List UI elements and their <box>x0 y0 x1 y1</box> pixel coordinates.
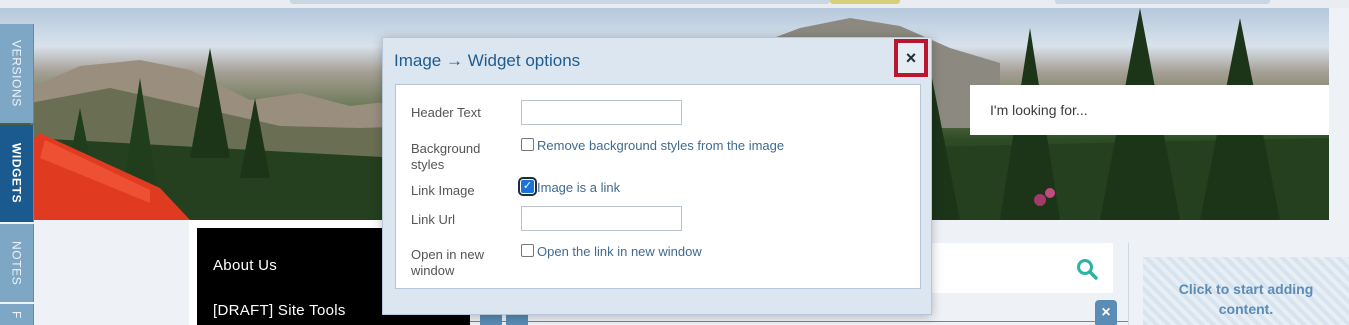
header-text-label: Header Text <box>411 105 481 120</box>
remove-background-checkbox-label[interactable]: Remove background styles from the image <box>537 138 784 153</box>
link-url-label: Link Url <box>411 212 456 227</box>
nav-item-about-us[interactable]: About Us <box>213 257 277 274</box>
drop-zone-text-line1: Click to start adding <box>1178 281 1314 297</box>
open-new-window-label-line2: window <box>411 263 455 278</box>
image-is-link-checkbox-label[interactable]: Image is a link <box>537 180 620 195</box>
widget-options-dialog: Image → Widget options × Header Text Bac… <box>382 37 932 315</box>
open-new-window-label: Open in new window <box>411 247 484 279</box>
dialog-form: Header Text Background styles Remove bac… <box>395 84 921 289</box>
toolbar-segment-highlight[interactable] <box>830 0 900 4</box>
link-image-label: Link Image <box>411 183 475 198</box>
image-is-link-checkbox[interactable]: ✓ <box>518 177 537 196</box>
background-styles-label-line1: Background <box>411 141 481 156</box>
link-url-input[interactable] <box>521 206 682 231</box>
tab-notes-label: NOTES <box>9 240 24 286</box>
search-icon[interactable] <box>1075 257 1099 281</box>
tab-more-label: F <box>9 310 24 319</box>
tab-versions-label: VERSIONS <box>9 40 24 107</box>
drop-zone-text-line2: content. <box>1218 301 1274 317</box>
remove-background-checkbox[interactable] <box>521 138 534 151</box>
header-text-input[interactable] <box>521 100 682 125</box>
dialog-title: Image → Widget options <box>394 51 581 70</box>
close-icon: × <box>1101 303 1111 321</box>
checkmark-icon: ✓ <box>522 180 533 192</box>
widget-remove-button[interactable]: × <box>1095 300 1117 325</box>
tab-versions[interactable]: VERSIONS <box>0 24 34 123</box>
background-styles-label-line2: styles <box>411 157 445 172</box>
background-styles-label: Background styles <box>411 141 480 173</box>
site-search-placeholder: I'm looking for... <box>990 102 1088 118</box>
close-icon: × <box>905 47 917 68</box>
tab-widgets-label: WIDGETS <box>9 143 24 204</box>
open-new-window-checkbox-label[interactable]: Open the link in new window <box>537 244 702 259</box>
toolbar-segment[interactable] <box>1055 0 1270 4</box>
toolbar-segment[interactable] <box>290 0 830 4</box>
tab-notes[interactable]: NOTES <box>0 224 34 302</box>
tab-widgets[interactable]: WIDGETS <box>0 125 34 222</box>
tab-more[interactable]: F <box>0 304 34 325</box>
open-new-window-checkbox[interactable] <box>521 244 534 257</box>
site-search-box[interactable]: I'm looking for... <box>970 85 1329 135</box>
column-divider <box>1128 243 1129 325</box>
dialog-close-button[interactable]: × <box>894 39 928 77</box>
widget-outline <box>470 321 1128 322</box>
nav-item-site-tools[interactable]: [DRAFT] Site Tools <box>213 302 346 319</box>
open-new-window-label-line1: Open in new <box>411 247 484 262</box>
add-content-drop-zone[interactable]: Click to start adding content. <box>1143 257 1349 325</box>
